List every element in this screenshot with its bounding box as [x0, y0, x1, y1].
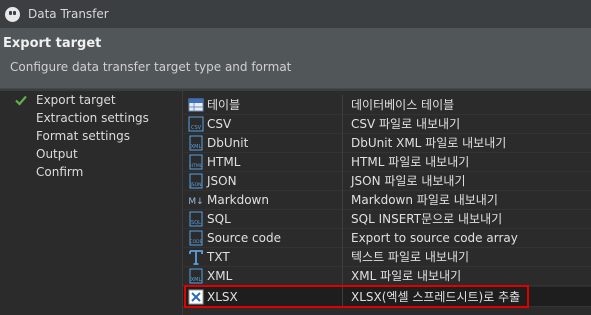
source-code-icon: CODE — [189, 230, 203, 245]
table-row[interactable]: 테이블 데이터베이스 테이블 — [183, 95, 591, 115]
format-name: TXT — [207, 249, 230, 264]
sql-icon: SQL — [189, 211, 203, 226]
table-row-selected[interactable]: XLSX XLSX(엑셀 스프레드시트)로 추출 — [183, 287, 591, 307]
format-description: XLSX(엑셀 스프레드시트)로 추출 — [351, 290, 521, 304]
svg-text:M↓: M↓ — [188, 197, 203, 207]
table-row[interactable]: JSON JSON JSON 파일로 내보내기 — [183, 171, 591, 191]
table-row[interactable]: HTML HTML HTML 파일로 내보내기 — [183, 152, 591, 172]
page-header: Export target Configure data transfer ta… — [0, 28, 591, 89]
title-bar: Data Transfer — [0, 0, 591, 28]
page-title: Export target — [3, 36, 102, 51]
svg-text:SQL: SQL — [191, 220, 201, 226]
dbunit-icon: XML — [189, 135, 203, 150]
format-description: Export to source code array — [351, 230, 518, 245]
format-description: SQL INSERT문으로 내보내기 — [351, 212, 503, 226]
format-description: JSON 파일로 내보내기 — [351, 174, 466, 188]
wizard-steps-nav: Export target Extraction settings Format… — [0, 91, 177, 315]
nav-item-confirm[interactable]: Confirm — [0, 163, 177, 181]
nav-item-label: Output — [36, 147, 78, 161]
format-name: XML — [207, 268, 233, 283]
app-logo-icon — [5, 6, 20, 22]
table-row[interactable]: CSV CSV CSV 파일로 내보내기 — [183, 114, 591, 134]
window-title: Data Transfer — [28, 7, 109, 21]
nav-item-output[interactable]: Output — [0, 145, 177, 163]
svg-text:XML: XML — [191, 144, 202, 150]
nav-item-extraction-settings[interactable]: Extraction settings — [0, 109, 177, 127]
format-name: DbUnit — [207, 135, 249, 150]
format-description: CSV 파일로 내보내기 — [351, 117, 461, 131]
check-icon — [15, 95, 27, 106]
nav-item-label: Extraction settings — [36, 111, 149, 125]
svg-text:CODE: CODE — [190, 239, 203, 245]
format-name: HTML — [207, 154, 241, 169]
nav-item-label: Format settings — [36, 129, 130, 143]
table-row[interactable]: CODE Source code Export to source code a… — [183, 228, 591, 248]
svg-text:HTML: HTML — [190, 163, 203, 169]
nav-item-label: Confirm — [36, 165, 84, 179]
json-icon: JSON — [189, 173, 203, 188]
svg-text:XML: XML — [191, 277, 202, 283]
format-name: Markdown — [207, 192, 269, 207]
format-name: Source code — [207, 230, 281, 245]
nav-item-format-settings[interactable]: Format settings — [0, 127, 177, 145]
table-row[interactable]: XML XML XML 파일로 내보내기 — [183, 266, 591, 286]
nav-item-export-target[interactable]: Export target — [0, 91, 177, 109]
table-row[interactable]: M↓ Markdown Markdown 파일로 내보내기 — [183, 190, 591, 210]
markdown-icon: M↓ — [188, 197, 203, 207]
format-description: XML 파일로 내보내기 — [351, 269, 462, 283]
format-description: DbUnit XML 파일로 내보내기 — [351, 136, 507, 150]
csv-icon: CSV — [188, 116, 204, 131]
table-row[interactable]: XML DbUnit DbUnit XML 파일로 내보내기 — [183, 133, 591, 153]
format-name: 테이블 — [207, 98, 241, 112]
format-name: XLSX — [207, 289, 238, 304]
format-description: Markdown 파일로 내보내기 — [351, 193, 498, 207]
svg-text:JSON: JSON — [189, 182, 201, 188]
format-name: SQL — [207, 211, 231, 226]
xlsx-icon — [188, 289, 204, 304]
table-row[interactable]: SQL SQL SQL INSERT문으로 내보내기 — [183, 209, 591, 229]
xml-icon: XML — [189, 268, 203, 283]
format-name: CSV — [207, 116, 232, 131]
format-name: JSON — [207, 173, 237, 188]
page-description: Configure data transfer target type and … — [10, 60, 292, 74]
table-row[interactable]: TXT 텍스트 파일로 내보내기 — [183, 247, 591, 267]
format-description: HTML 파일로 내보내기 — [351, 155, 470, 169]
nav-item-label: Export target — [36, 93, 116, 107]
table-icon — [188, 98, 204, 111]
format-table: 테이블 데이터베이스 테이블 CSV CSV CSV 파일로 내보내기 XML … — [182, 91, 591, 315]
html-icon: HTML — [189, 154, 203, 169]
format-description: 데이터베이스 테이블 — [351, 98, 455, 112]
format-description: 텍스트 파일로 내보내기 — [351, 250, 470, 264]
txt-icon — [189, 249, 203, 265]
svg-text:CSV: CSV — [191, 125, 202, 131]
